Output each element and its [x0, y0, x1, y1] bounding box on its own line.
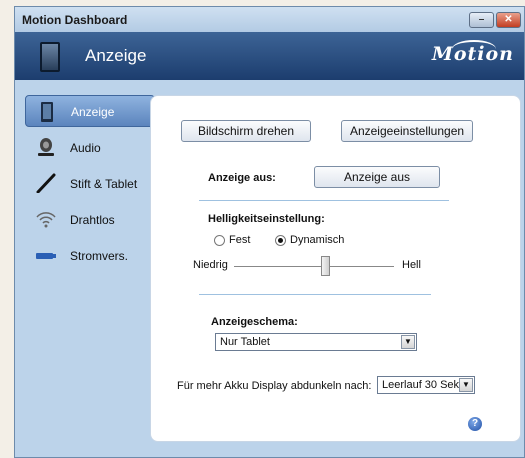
tablet-icon — [41, 102, 53, 122]
sidebar: Anzeige Audio Stift & Tablet Drahtlos St… — [25, 95, 155, 275]
sidebar-item-drahtlos[interactable]: Drahtlos — [25, 203, 155, 235]
scheme-select[interactable]: Nur Tablet ▼ — [215, 333, 417, 351]
wireless-icon — [36, 212, 56, 228]
brightness-slider-thumb[interactable] — [321, 256, 331, 276]
slider-max-label: Hell — [402, 259, 421, 271]
page-title: Anzeige — [85, 46, 147, 65]
dim-label: Für mehr Akku Display abdunkeln nach: — [177, 380, 372, 392]
sidebar-item-label: Stromvers. — [70, 249, 129, 263]
sidebar-item-label: Stift & Tablet — [70, 177, 138, 191]
sidebar-item-audio[interactable]: Audio — [25, 131, 155, 163]
scheme-select-value: Nur Tablet — [220, 336, 270, 348]
display-settings-button[interactable]: Anzeigeeinstellungen — [341, 120, 473, 142]
radio-dynamic[interactable] — [275, 235, 286, 246]
chevron-down-icon[interactable]: ▼ — [401, 335, 415, 349]
battery-icon — [36, 253, 56, 259]
sidebar-item-stromvers[interactable]: Stromvers. — [25, 239, 155, 271]
window-title: Motion Dashboard — [22, 13, 128, 27]
separator — [199, 294, 431, 295]
brightness-slider-track[interactable] — [234, 266, 394, 268]
minimize-button[interactable]: – — [469, 12, 494, 28]
title-bar[interactable]: Motion Dashboard – ✕ — [15, 7, 524, 32]
help-icon[interactable]: ? — [468, 417, 482, 431]
slider-min-label: Niedrig — [193, 259, 228, 271]
radio-fixed[interactable] — [214, 235, 225, 246]
chevron-down-icon[interactable]: ▼ — [459, 378, 473, 392]
motion-logo: Motion — [431, 43, 514, 65]
tablet-icon — [40, 42, 60, 72]
sidebar-item-label: Audio — [70, 141, 101, 155]
radio-fixed-label: Fest — [229, 234, 251, 246]
rotate-screen-button[interactable]: Bildschirm drehen — [181, 120, 311, 142]
display-off-label: Anzeige aus: — [208, 172, 276, 184]
radio-dynamic-label: Dynamisch — [290, 234, 345, 246]
dim-select[interactable]: Leerlauf 30 Sek ▼ — [377, 376, 475, 394]
brightness-label: Helligkeitseinstellung: — [208, 213, 325, 225]
content-panel: Bildschirm drehen Anzeigeeinstellungen A… — [150, 95, 521, 442]
scheme-label: Anzeigeschema: — [211, 316, 298, 328]
sidebar-item-anzeige[interactable]: Anzeige — [25, 95, 155, 127]
dim-select-value: Leerlauf 30 Sek — [382, 379, 460, 391]
speaker-icon — [38, 138, 54, 156]
app-window: Motion Dashboard – ✕ Anzeige Motion Anze… — [14, 6, 525, 458]
close-button[interactable]: ✕ — [496, 12, 521, 28]
pen-icon — [36, 173, 56, 193]
page-header: Anzeige Motion — [15, 32, 524, 80]
sidebar-item-stift-tablet[interactable]: Stift & Tablet — [25, 167, 155, 199]
separator — [199, 200, 449, 201]
sidebar-item-label: Anzeige — [71, 105, 115, 119]
sidebar-item-label: Drahtlos — [70, 213, 115, 227]
display-off-button[interactable]: Anzeige aus — [314, 166, 440, 188]
